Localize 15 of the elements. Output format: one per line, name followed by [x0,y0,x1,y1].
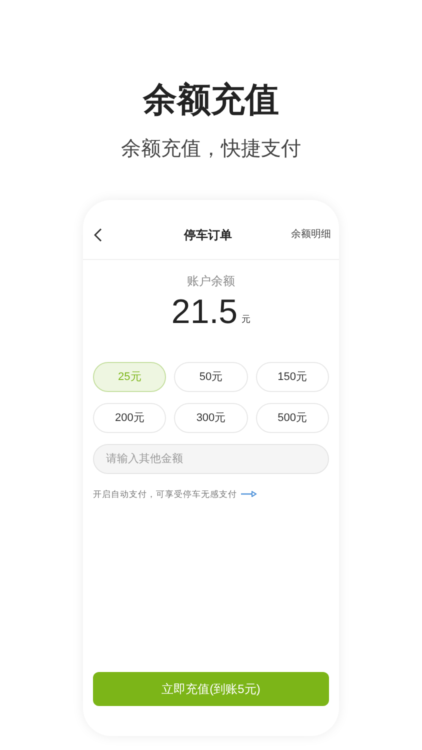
balance-amount: 21.5 [171,292,238,332]
currency-unit: 元 [242,312,251,326]
amount-option[interactable]: 300元 [174,403,248,433]
balance-details-link[interactable]: 余额明细 [291,227,331,242]
amount-option[interactable]: 150元 [256,362,329,392]
amount-option[interactable]: 500元 [256,403,329,433]
balance-label: 账户余额 [187,273,235,290]
headline: 余额充值 [143,80,279,120]
auto-pay-note: 开启自动支付，可享受停车无感支付 [93,488,237,501]
custom-amount-field[interactable]: 请输入其他金额 [93,444,329,474]
subtitle: 余额充值，快捷支付 [121,137,301,162]
page-title: 停车订单 [182,226,233,244]
amount-option[interactable]: 50元 [174,362,248,392]
arrow-icon[interactable] [241,491,257,498]
amount-option[interactable]: 200元 [93,403,166,433]
